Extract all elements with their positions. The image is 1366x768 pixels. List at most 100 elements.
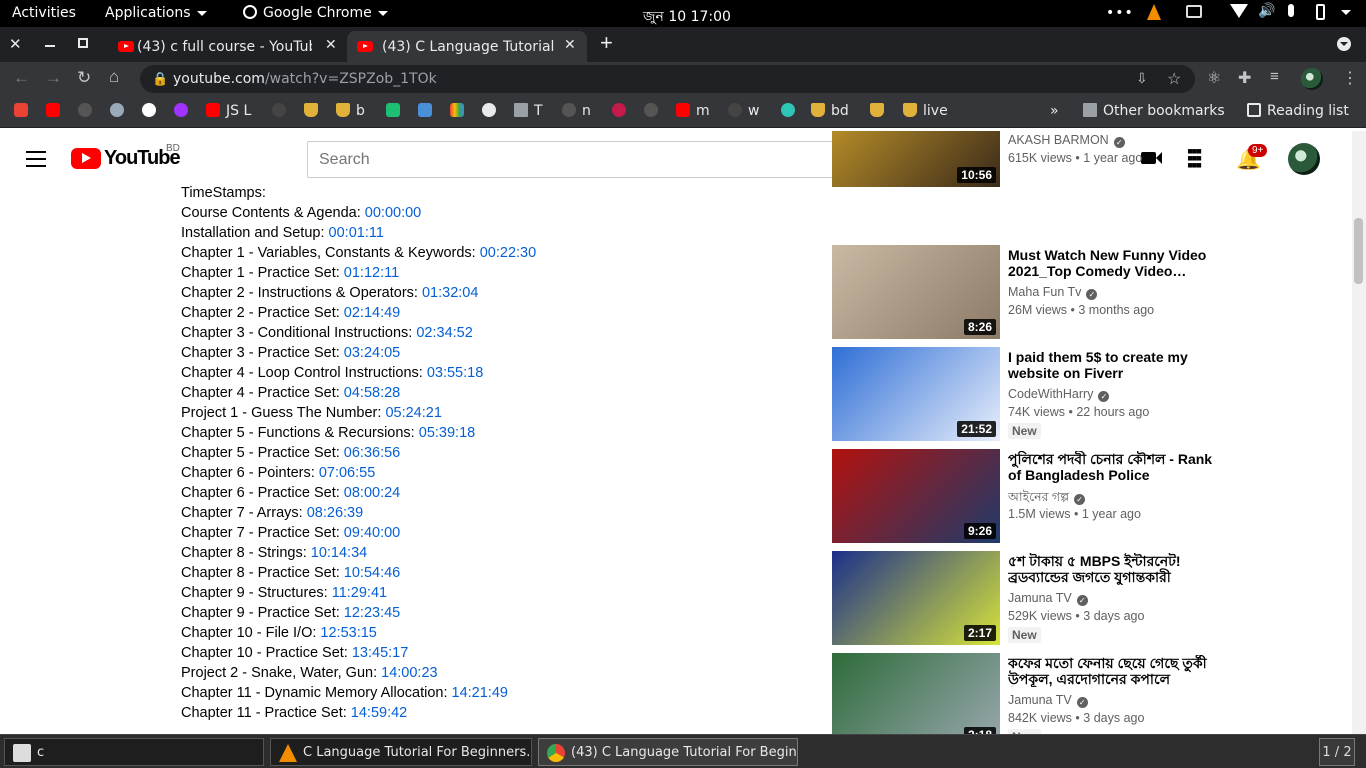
- bookmark-trophy[interactable]: [304, 103, 324, 119]
- clock[interactable]: জুন 10 17:00: [643, 5, 731, 29]
- bookmark-swirl[interactable]: [110, 103, 130, 119]
- bookmark-colorful[interactable]: [450, 103, 470, 119]
- volume-icon[interactable]: 🔊: [1258, 3, 1275, 19]
- timestamp-link[interactable]: 00:22:30: [480, 245, 536, 261]
- back-icon[interactable]: ←: [13, 68, 30, 88]
- youtube-logo-icon[interactable]: [71, 148, 101, 169]
- timestamp-link[interactable]: 01:32:04: [422, 285, 478, 301]
- timestamp-link[interactable]: 05:39:18: [419, 425, 475, 441]
- address-bar[interactable]: 🔒 youtube.com/watch?v=ZSPZob_1TOk ⇩ ☆: [140, 65, 1195, 93]
- timestamp-link[interactable]: 02:34:52: [416, 325, 472, 341]
- bookmark-t-blue[interactable]: [418, 103, 438, 119]
- timestamp-link[interactable]: 00:01:11: [329, 225, 384, 241]
- extensions-puzzle-icon[interactable]: ✚: [1238, 68, 1251, 88]
- github-bookmark[interactable]: [78, 103, 98, 119]
- tab-close-icon[interactable]: ✕: [325, 37, 337, 53]
- video-thumbnail[interactable]: 9:26: [832, 449, 1000, 543]
- extension-atom-icon[interactable]: ⚛: [1207, 68, 1221, 88]
- taskbar-item-vlc[interactable]: C Language Tutorial For Beginners...: [270, 738, 532, 766]
- menu-icon[interactable]: [26, 151, 46, 167]
- timestamp-link[interactable]: 14:00:23: [381, 665, 437, 681]
- chrome-menu-icon[interactable]: ⋮: [1342, 68, 1358, 88]
- reading-list-button[interactable]: Reading list: [1247, 103, 1349, 119]
- channel-name[interactable]: Jamuna TV ✓: [1008, 693, 1088, 708]
- timestamp-link[interactable]: 03:55:18: [427, 365, 483, 381]
- account-avatar[interactable]: [1288, 143, 1320, 175]
- bookmark-folder-t[interactable]: T: [514, 103, 543, 119]
- reload-icon[interactable]: ↻: [77, 68, 91, 88]
- tab-search-icon[interactable]: [1337, 37, 1351, 51]
- timestamp-link[interactable]: 09:40:00: [344, 525, 400, 541]
- microphone-icon[interactable]: [1288, 4, 1294, 21]
- video-thumbnail[interactable]: 10:56: [832, 131, 1000, 187]
- forward-icon[interactable]: →: [45, 68, 62, 88]
- channel-name[interactable]: Maha Fun Tv ✓: [1008, 285, 1098, 300]
- bookmark-triangle[interactable]: [142, 103, 162, 119]
- related-video-card[interactable]: 2:17 ৫শ টাকায় ৫ MBPS ইন্টারনেট! ব্রডব্যা…: [832, 551, 1222, 645]
- bookmark-jsl[interactable]: JS L: [206, 103, 251, 119]
- video-thumbnail[interactable]: 8:26: [832, 245, 1000, 339]
- channel-name[interactable]: AKASH BARMON ✓: [1008, 133, 1125, 148]
- video-thumbnail[interactable]: 2:18: [832, 653, 1000, 734]
- more-icon[interactable]: •••: [1106, 5, 1134, 21]
- system-menu-chevron-icon[interactable]: [1341, 4, 1351, 20]
- bookmark-w[interactable]: w: [728, 103, 759, 119]
- related-video-card[interactable]: 9:26 পুলিশের পদবী চেনার কৌশল - Rank of Ba…: [832, 449, 1222, 543]
- wifi-icon[interactable]: [1230, 4, 1248, 22]
- timestamp-link[interactable]: 05:24:21: [385, 405, 441, 421]
- youtube-bookmark[interactable]: [46, 103, 66, 119]
- screenshot-tray-icon[interactable]: [1186, 5, 1202, 22]
- related-video-card[interactable]: 21:52 I paid them 5$ to create my website…: [832, 347, 1222, 441]
- profile-avatar[interactable]: [1301, 68, 1323, 90]
- vlc-tray-icon[interactable]: [1147, 4, 1161, 24]
- video-title[interactable]: পুলিশের পদবী চেনার কৌশল - Rank of Bangla…: [1008, 451, 1213, 483]
- timestamp-link[interactable]: 04:58:28: [344, 385, 400, 401]
- tab-close-icon[interactable]: ✕: [564, 37, 576, 53]
- video-title[interactable]: কফের মতো ফেনায় ছেয়ে গেছে তুর্কী উপকূল,…: [1008, 655, 1213, 687]
- bookmark-w-green[interactable]: [386, 103, 406, 119]
- channel-name[interactable]: CodeWithHarry ✓: [1008, 387, 1110, 402]
- bookmark-globe[interactable]: [482, 103, 502, 119]
- bookmark-lambda[interactable]: [272, 103, 292, 119]
- taskbar-item-terminal[interactable]: c: [4, 738, 264, 766]
- timestamp-link[interactable]: 03:24:05: [344, 345, 400, 361]
- video-thumbnail[interactable]: 2:17: [832, 551, 1000, 645]
- timestamp-link[interactable]: 12:23:45: [344, 605, 400, 621]
- video-title[interactable]: ৫শ টাকায় ৫ MBPS ইন্টারনেট! ব্রডব্যান্ডে…: [1008, 553, 1213, 585]
- timestamp-link[interactable]: 14:59:42: [351, 705, 407, 721]
- window-close-icon[interactable]: ✕: [9, 35, 22, 53]
- timestamp-link[interactable]: 00:00:00: [365, 205, 421, 221]
- bookmark-star-icon[interactable]: ☆: [1167, 69, 1181, 89]
- tab-c-language-tutorial[interactable]: (43) C Language Tutorial For Beginners ✕: [347, 31, 587, 62]
- messenger-bookmark[interactable]: [174, 103, 194, 119]
- bookmark-teal[interactable]: [781, 103, 801, 119]
- related-video-card[interactable]: 8:26 Must Watch New Funny Video 2021_Top …: [832, 245, 1222, 339]
- timestamp-link[interactable]: 08:26:39: [307, 505, 363, 521]
- bookmark-n[interactable]: n: [562, 103, 591, 119]
- video-title[interactable]: I paid them 5$ to create my website on F…: [1008, 349, 1213, 381]
- channel-name[interactable]: Jamuna TV ✓: [1008, 591, 1088, 606]
- timestamp-link[interactable]: 10:54:46: [344, 565, 400, 581]
- bookmark-raspberry[interactable]: [612, 103, 632, 119]
- timestamp-link[interactable]: 08:00:24: [344, 485, 400, 501]
- media-controls-icon[interactable]: ≡: [1270, 68, 1279, 85]
- bookmark-github-2[interactable]: [644, 103, 664, 119]
- bookmark-bd[interactable]: bd: [811, 103, 849, 119]
- bookmark-b[interactable]: b: [336, 103, 365, 119]
- timestamp-link[interactable]: 06:36:56: [344, 445, 400, 461]
- video-title[interactable]: Must Watch New Funny Video 2021_Top Come…: [1008, 247, 1213, 279]
- tab-c-full-course[interactable]: (43) c full course - YouTube ✕: [110, 31, 347, 62]
- timestamp-link[interactable]: 11:29:41: [332, 585, 387, 601]
- new-tab-icon[interactable]: +: [600, 30, 613, 56]
- search-input[interactable]: [307, 141, 899, 178]
- home-icon[interactable]: ⌂: [109, 67, 119, 87]
- timestamp-link[interactable]: 07:06:55: [319, 465, 375, 481]
- channel-name[interactable]: আইনের গল্প ✓: [1008, 489, 1086, 509]
- install-app-icon[interactable]: ⇩: [1136, 70, 1148, 87]
- timestamp-link[interactable]: 10:14:34: [311, 545, 367, 561]
- gmail-bookmark[interactable]: [14, 103, 34, 119]
- other-bookmarks-folder[interactable]: Other bookmarks: [1083, 103, 1225, 119]
- timestamp-link[interactable]: 02:14:49: [344, 305, 400, 321]
- page-scrollbar-thumb[interactable]: [1354, 218, 1363, 284]
- timestamp-link[interactable]: 14:21:49: [452, 685, 508, 701]
